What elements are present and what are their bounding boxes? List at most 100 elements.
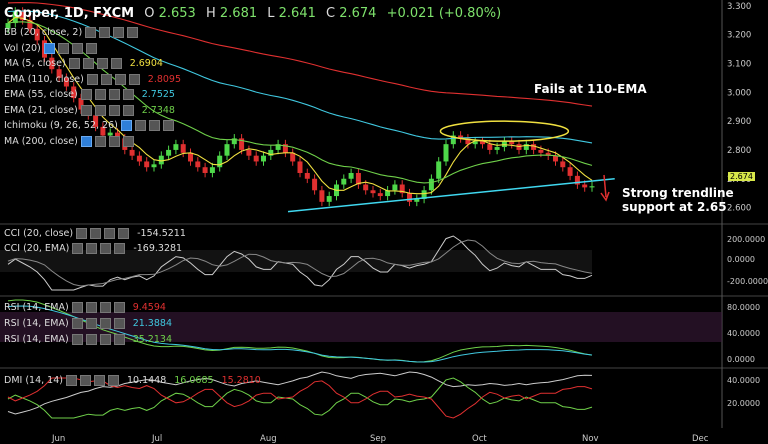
annotation-trendline-1: Strong trendline <box>622 186 734 200</box>
close-icon[interactable] <box>85 42 97 54</box>
candle-body <box>297 161 303 173</box>
candle-body <box>348 172 354 179</box>
indicator-label: EMA (21, close) <box>4 104 78 116</box>
eye-icon[interactable] <box>71 318 83 329</box>
settings-icon[interactable] <box>94 89 106 100</box>
close-icon[interactable] <box>113 334 125 345</box>
indicator-label: Ichimoku (9, 26, 52, 26) <box>4 120 118 131</box>
settings-icon[interactable] <box>134 120 146 131</box>
add-icon[interactable] <box>93 375 105 386</box>
eye-icon[interactable] <box>85 27 97 38</box>
indicator-row[interactable]: MA (5, close) 2.6904 <box>4 58 163 69</box>
symbol-title[interactable]: Copper, 1D, FXCM <box>4 6 134 21</box>
candle-body <box>173 144 179 150</box>
close-icon[interactable] <box>122 104 134 116</box>
settings-icon[interactable] <box>79 375 91 386</box>
subpanel-row[interactable]: DMI (14, 14) 10.1448 16.0685 15.2810 <box>4 375 261 386</box>
candle-body <box>531 144 537 150</box>
close-icon[interactable] <box>107 375 119 386</box>
add-icon[interactable] <box>71 42 83 54</box>
close-icon[interactable] <box>128 73 140 85</box>
indicator-value: 2.8095 <box>147 73 182 85</box>
eye-icon[interactable] <box>86 73 98 85</box>
close-icon[interactable] <box>162 120 174 131</box>
eye-icon[interactable] <box>80 135 92 147</box>
close-icon[interactable] <box>122 135 134 147</box>
x-axis-tick: Sep <box>370 434 386 444</box>
candle-body <box>166 149 172 156</box>
eye-icon[interactable] <box>80 89 92 100</box>
change-value: +0.021 (+0.80%) <box>386 6 502 21</box>
add-icon[interactable] <box>114 73 126 85</box>
indicator-row[interactable]: MA (200, close) <box>4 135 142 147</box>
close-icon[interactable] <box>113 302 125 313</box>
add-icon[interactable] <box>100 243 112 254</box>
eye-icon[interactable] <box>43 42 55 54</box>
add-icon[interactable] <box>148 120 160 131</box>
price-axis-tick: 3.200 <box>727 31 751 41</box>
sub-axis-tick: 200.0000 <box>727 235 765 244</box>
eye-icon[interactable] <box>76 228 88 239</box>
indicator-value: 2.7525 <box>141 89 175 100</box>
eye-icon[interactable] <box>72 243 84 254</box>
close-icon[interactable] <box>114 243 126 254</box>
indicator-label: MA (200, close) <box>4 135 78 147</box>
indicator-row[interactable]: EMA (55, close) 2.7525 <box>4 89 175 100</box>
eye-icon[interactable] <box>71 302 83 313</box>
close-icon[interactable] <box>118 228 130 239</box>
eye-icon[interactable] <box>80 104 92 116</box>
candle-body <box>538 149 544 153</box>
high-label: H <box>205 6 216 21</box>
eye-icon[interactable] <box>120 120 132 131</box>
add-icon[interactable] <box>108 135 120 147</box>
add-icon[interactable] <box>96 58 108 69</box>
add-icon[interactable] <box>99 334 111 345</box>
subpanel-row[interactable]: CCI (20, close) -154.5211 <box>4 228 186 239</box>
add-icon[interactable] <box>113 27 125 38</box>
subpanel-row[interactable]: CCI (20, EMA) -169.3281 <box>4 243 182 254</box>
settings-icon[interactable] <box>82 58 94 69</box>
price-axis-tick: 3.300 <box>727 2 751 12</box>
settings-icon[interactable] <box>90 228 102 239</box>
sub-axis-tick: 20.0000 <box>727 399 760 408</box>
indicator-row[interactable]: Vol (20) <box>4 42 105 54</box>
sub-axis-tick: 40.0000 <box>727 329 760 338</box>
price-axis-tick: 3.000 <box>727 88 751 98</box>
settings-icon[interactable] <box>99 27 111 38</box>
subpanel-row[interactable]: RSI (14, EMA) 35.2134 <box>4 334 172 345</box>
settings-icon[interactable] <box>85 318 97 329</box>
indicator-row[interactable]: Ichimoku (9, 26, 52, 26) <box>4 120 182 131</box>
x-axis-tick: Jul <box>151 434 162 444</box>
subpanel-row[interactable]: RSI (14, EMA) 21.3884 <box>4 318 172 329</box>
close-icon[interactable] <box>110 58 122 69</box>
candle-body <box>341 178 347 185</box>
add-icon[interactable] <box>99 318 111 329</box>
add-icon[interactable] <box>108 89 120 100</box>
candle-body <box>582 184 588 188</box>
add-icon[interactable] <box>104 228 116 239</box>
settings-icon[interactable] <box>85 302 97 313</box>
sub-axis-tick: 0.0000 <box>727 355 755 364</box>
settings-icon[interactable] <box>100 73 112 85</box>
subpanel-value: 21.3884 <box>132 318 172 329</box>
subpanel-row[interactable]: RSI (14, EMA) 9.4594 <box>4 302 166 313</box>
eye-icon[interactable] <box>71 334 83 345</box>
add-icon[interactable] <box>99 302 111 313</box>
subpanel-value: 16.0685 <box>174 375 214 386</box>
settings-icon[interactable] <box>85 334 97 345</box>
candle-body <box>195 161 201 168</box>
settings-icon[interactable] <box>94 104 106 116</box>
settings-icon[interactable] <box>86 243 98 254</box>
close-icon[interactable] <box>113 318 125 329</box>
candle-body <box>567 167 573 176</box>
close-icon[interactable] <box>122 89 134 100</box>
close-icon[interactable] <box>127 27 139 38</box>
add-icon[interactable] <box>108 104 120 116</box>
eye-icon[interactable] <box>68 58 80 69</box>
indicator-row[interactable]: EMA (110, close) 2.8095 <box>4 73 182 85</box>
indicator-row[interactable]: EMA (21, close) 2.7348 <box>4 104 175 116</box>
eye-icon[interactable] <box>65 375 77 386</box>
indicator-row[interactable]: BB (20, close, 2) <box>4 27 146 38</box>
settings-icon[interactable] <box>94 135 106 147</box>
settings-icon[interactable] <box>57 42 69 54</box>
